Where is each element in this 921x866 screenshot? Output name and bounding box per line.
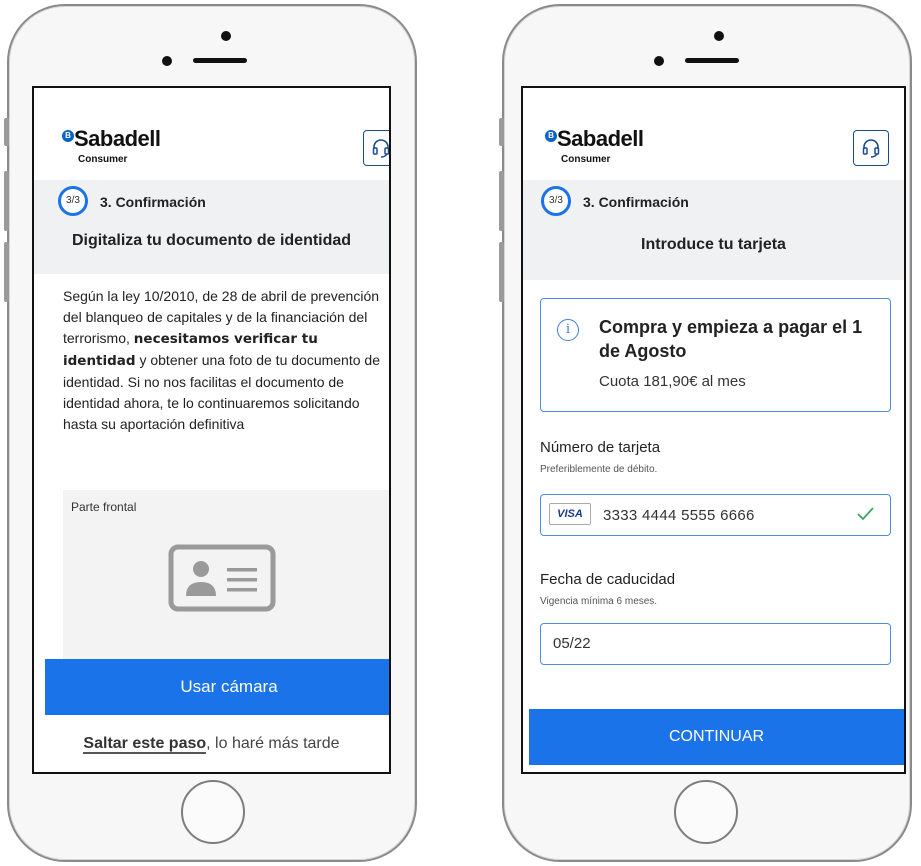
id-card-icon bbox=[168, 544, 276, 612]
brand-subtitle: Consumer bbox=[78, 154, 128, 165]
check-icon bbox=[857, 507, 874, 521]
step-indicator: 3/3 bbox=[541, 186, 571, 216]
step-indicator: 3/3 bbox=[58, 186, 88, 216]
mute-switch bbox=[4, 118, 9, 146]
brand-subtitle: Consumer bbox=[561, 154, 611, 165]
screen-identity: B Sabadell Consumer 3/3 3. Confirmación … bbox=[32, 86, 391, 774]
card-number-field[interactable]: VISA 3333 4444 5555 6666 bbox=[540, 494, 891, 536]
brand-name: Sabadell bbox=[557, 126, 644, 151]
headset-icon bbox=[862, 139, 880, 158]
card-number-value: 3333 4444 5555 6666 bbox=[603, 507, 755, 524]
skip-step-text: , lo haré más tarde bbox=[206, 735, 340, 752]
sensor-dot bbox=[162, 56, 172, 66]
expiry-hint: Vigencia mínima 6 meses. bbox=[540, 596, 658, 607]
home-button[interactable] bbox=[181, 780, 245, 844]
visa-icon: VISA bbox=[549, 503, 591, 525]
headset-icon bbox=[372, 139, 389, 158]
front-camera bbox=[714, 31, 724, 41]
card-number-hint: Preferiblemente de débito. bbox=[540, 464, 658, 475]
continue-button[interactable]: CONTINUAR bbox=[529, 709, 904, 765]
expiry-label: Fecha de caducidad bbox=[540, 571, 676, 588]
home-button[interactable] bbox=[674, 780, 738, 844]
step-title: 3. Confirmación bbox=[100, 194, 206, 210]
legal-text: Según la ley 10/2010, de 28 de abril de … bbox=[63, 286, 388, 435]
expiry-field[interactable]: 05/22 bbox=[540, 623, 891, 665]
step-header: 3/3 3. Confirmación Introduce tu tarjeta bbox=[523, 180, 904, 280]
sensor-dot bbox=[654, 56, 664, 66]
mute-switch bbox=[499, 118, 504, 146]
use-camera-button[interactable]: Usar cámara bbox=[45, 659, 389, 715]
skip-step: Saltar este paso, lo haré más tarde bbox=[34, 735, 389, 754]
help-button[interactable] bbox=[853, 130, 889, 166]
speaker bbox=[685, 58, 739, 63]
step-header: 3/3 3. Confirmación Digitaliza tu docume… bbox=[34, 180, 389, 274]
page-title: Digitaliza tu documento de identidad bbox=[71, 232, 352, 249]
brand-name: Sabadell bbox=[74, 126, 161, 151]
info-icon: i bbox=[557, 319, 579, 341]
front-label: Parte frontal bbox=[71, 500, 137, 514]
step-title: 3. Confirmación bbox=[583, 194, 689, 210]
skip-step-link[interactable]: Saltar este paso bbox=[83, 735, 207, 754]
info-subtitle: Cuota 181,90€ al mes bbox=[599, 373, 746, 390]
brand-badge: B bbox=[62, 130, 74, 142]
brand-badge: B bbox=[545, 130, 557, 142]
page-title: Introduce tu tarjeta bbox=[641, 236, 786, 253]
expiry-value: 05/22 bbox=[553, 635, 591, 652]
phone-left: B Sabadell Consumer 3/3 3. Confirmación … bbox=[4, 4, 417, 862]
volume-up-button bbox=[499, 171, 504, 231]
document-front-area[interactable]: Parte frontal bbox=[63, 490, 389, 670]
front-camera bbox=[221, 31, 231, 41]
info-title: Compra y empieza a pagar el 1 de Agosto bbox=[599, 317, 863, 361]
help-button[interactable] bbox=[363, 130, 389, 166]
volume-up-button bbox=[4, 171, 9, 231]
payment-info-box: i Compra y empieza a pagar el 1 de Agost… bbox=[540, 298, 891, 412]
volume-down-button bbox=[4, 242, 9, 302]
card-number-label: Número de tarjeta bbox=[540, 439, 661, 456]
speaker bbox=[193, 58, 247, 63]
screen-card: B Sabadell Consumer 3/3 3. Confirmación … bbox=[521, 86, 906, 774]
phone-right: B Sabadell Consumer 3/3 3. Confirmación … bbox=[499, 4, 912, 862]
volume-down-button bbox=[499, 242, 504, 302]
